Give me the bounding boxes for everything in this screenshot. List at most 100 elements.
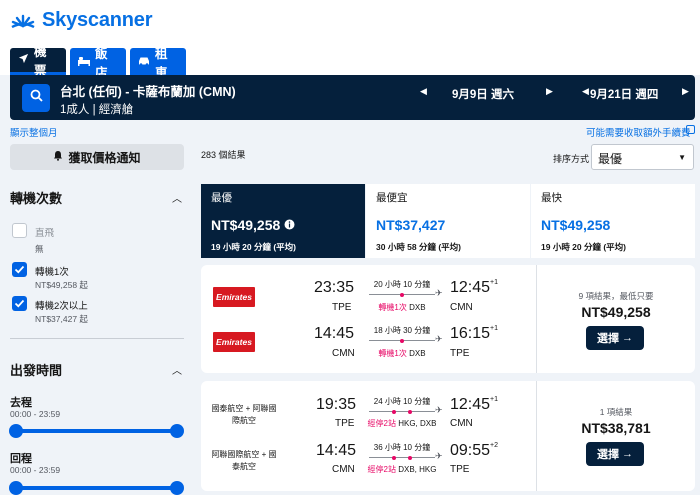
flight-card[interactable]: Emirates 23:35 TPE 20 小時 10 分鐘 ✈ 轉機1次 DX… <box>201 265 695 373</box>
stop-dot <box>400 292 404 297</box>
sort-value: 最優 <box>598 152 623 166</box>
outbound-slider-track[interactable] <box>16 429 177 433</box>
tab-car-rental[interactable]: 租車 <box>130 47 186 80</box>
stops-filter-title[interactable]: 轉機次數 <box>10 188 62 207</box>
chevron-up-icon[interactable]: ︿ <box>172 362 182 377</box>
bed-icon <box>78 55 90 69</box>
sort-tab-price: NT$49,258 <box>211 217 281 233</box>
fees-link[interactable]: 可能需要收取額外手續費 <box>586 125 691 139</box>
return-date[interactable]: 9月21日 週四 <box>590 86 658 102</box>
two-plus-stops-checkbox[interactable] <box>12 296 27 311</box>
price-alert-button[interactable]: 獲取價格通知 <box>10 144 184 170</box>
arrival-time: 09:55+2 <box>450 442 498 460</box>
departure-time: 23:35 <box>314 279 355 296</box>
arrival-airport: CMN <box>450 418 473 429</box>
sort-select[interactable]: 最優 ▼ <box>591 144 694 170</box>
sort-tab-price: NT$49,258 <box>541 217 611 233</box>
outbound-range: 00:00 - 23:59 <box>10 409 61 419</box>
chevron-down-icon: ▼ <box>678 153 686 162</box>
sunburst-icon <box>10 8 36 33</box>
return-slider-start-handle[interactable] <box>9 481 23 495</box>
stops-info: 轉機1次 DXB <box>357 302 447 313</box>
outbound-slider-end-handle[interactable] <box>170 424 184 438</box>
sort-tab-cheapest[interactable]: 最便宜 NT$37,427 30 小時 58 分鐘 (平均) <box>366 184 530 258</box>
stops-count: 轉機1次 <box>378 303 407 312</box>
two-plus-stops-label: 轉機2次以上 <box>35 301 88 312</box>
card-divider <box>536 265 537 373</box>
sort-tab-name: 最優 <box>211 192 232 204</box>
prev-return-date-icon[interactable]: ◀ <box>582 86 589 97</box>
arrival-airport: CMN <box>450 302 473 313</box>
arrival-time: 12:45+1 <box>450 396 498 414</box>
arrival-time-value: 09:55 <box>450 442 491 459</box>
return-slider-end-handle[interactable] <box>170 481 184 495</box>
stops-count: 經停2站 <box>367 419 396 428</box>
stop-dot <box>408 455 412 460</box>
flight-card[interactable]: 國泰航空 + 阿聯國際航空 19:35 TPE 24 小時 10 分鐘 ✈ 經停… <box>201 381 695 491</box>
one-stop-checkbox[interactable] <box>12 262 27 277</box>
filter-divider <box>10 338 184 339</box>
brand-name: Skyscanner <box>42 9 153 31</box>
departure-time: 14:45 <box>316 442 357 459</box>
arrival-airport: TPE <box>450 348 470 359</box>
info-icon[interactable] <box>284 217 295 233</box>
select-button-label: 選擇 <box>597 449 619 461</box>
next-depart-date-icon[interactable]: ▶ <box>546 86 553 97</box>
stops-via: DXB <box>409 349 426 358</box>
outbound-label: 去程 <box>10 397 32 409</box>
chevron-up-icon[interactable]: ︿ <box>172 190 182 205</box>
prev-depart-date-icon[interactable]: ◀ <box>420 86 427 97</box>
deal-price: NT$49,258 <box>581 304 651 320</box>
search-button[interactable] <box>22 84 50 112</box>
route-text[interactable]: 台北 (任何) - 卡薩布蘭加 (CMN) <box>60 81 236 100</box>
day-offset: +2 <box>490 442 499 449</box>
emirates-logo: Emirates <box>213 332 255 352</box>
bell-icon <box>53 150 63 164</box>
skyscanner-logo[interactable]: Skyscanner <box>10 8 152 33</box>
sort-tab-name: 最快 <box>541 192 562 204</box>
select-button[interactable]: 選擇 → <box>586 326 644 350</box>
stop-dot <box>400 338 404 343</box>
outbound-slider-start-handle[interactable] <box>9 424 23 438</box>
search-summary-bar[interactable]: 台北 (任何) - 卡薩布蘭加 (CMN) 1成人 | 經濟艙 ◀ 9月9日 週… <box>10 75 695 120</box>
direct-label: 直飛 <box>35 228 55 239</box>
arrival-time: 16:15+1 <box>450 325 498 343</box>
airline-name: 國泰航空 + 阿聯國際航空 <box>211 404 277 425</box>
stop-dot <box>408 409 412 414</box>
departure-time-title[interactable]: 出發時間 <box>10 360 62 379</box>
arrival-time-value: 16:15 <box>450 325 491 342</box>
car-icon <box>138 55 150 69</box>
tab-flights-label: 機票 <box>34 45 47 78</box>
select-button[interactable]: 選擇 → <box>586 442 644 466</box>
flight-duration: 36 小時 10 分鐘 <box>373 443 431 452</box>
flight-duration: 24 小時 10 分鐘 <box>373 397 431 406</box>
external-link-icon[interactable] <box>686 125 695 134</box>
stops-count: 經停2站 <box>367 465 396 474</box>
direct-checkbox[interactable] <box>12 223 27 238</box>
day-offset: +1 <box>490 325 499 332</box>
stops-via: DXB <box>409 303 426 312</box>
depart-date[interactable]: 9月9日 週六 <box>452 86 514 102</box>
sort-tab-fastest[interactable]: 最快 NT$49,258 19 小時 20 分鐘 (平均) <box>531 184 695 258</box>
card-divider <box>536 381 537 491</box>
whole-month-link[interactable]: 顯示整個月 <box>10 125 58 139</box>
one-stop-sub: NT$49,258 起 <box>35 280 88 290</box>
stops-info: 轉機1次 DXB <box>357 348 447 359</box>
next-return-date-icon[interactable]: ▶ <box>682 86 689 97</box>
sort-tab-duration: 19 小時 20 分鐘 (平均) <box>211 242 297 252</box>
deal-count: 9 項結果，最低只要 <box>578 291 654 301</box>
sort-tab-best[interactable]: 最優 NT$49,258 19 小時 20 分鐘 (平均) <box>201 184 365 258</box>
tab-hotels[interactable]: 飯店 <box>70 47 126 80</box>
departure-airport: CMN <box>332 348 355 359</box>
stop-dot <box>392 409 396 414</box>
plane-icon: ✈ <box>435 334 443 344</box>
passenger-class-text[interactable]: 1成人 | 經濟艙 <box>60 101 133 117</box>
tab-flights[interactable]: 機票 <box>10 45 66 78</box>
airline-name: 阿聯國際航空 + 國泰航空 <box>211 450 277 471</box>
return-slider-track[interactable] <box>16 486 177 490</box>
departure-airport: TPE <box>332 302 352 313</box>
checkmark-icon <box>14 299 25 308</box>
plane-icon <box>18 53 29 67</box>
return-label: 回程 <box>10 453 32 465</box>
one-stop-label: 轉機1次 <box>35 267 69 278</box>
